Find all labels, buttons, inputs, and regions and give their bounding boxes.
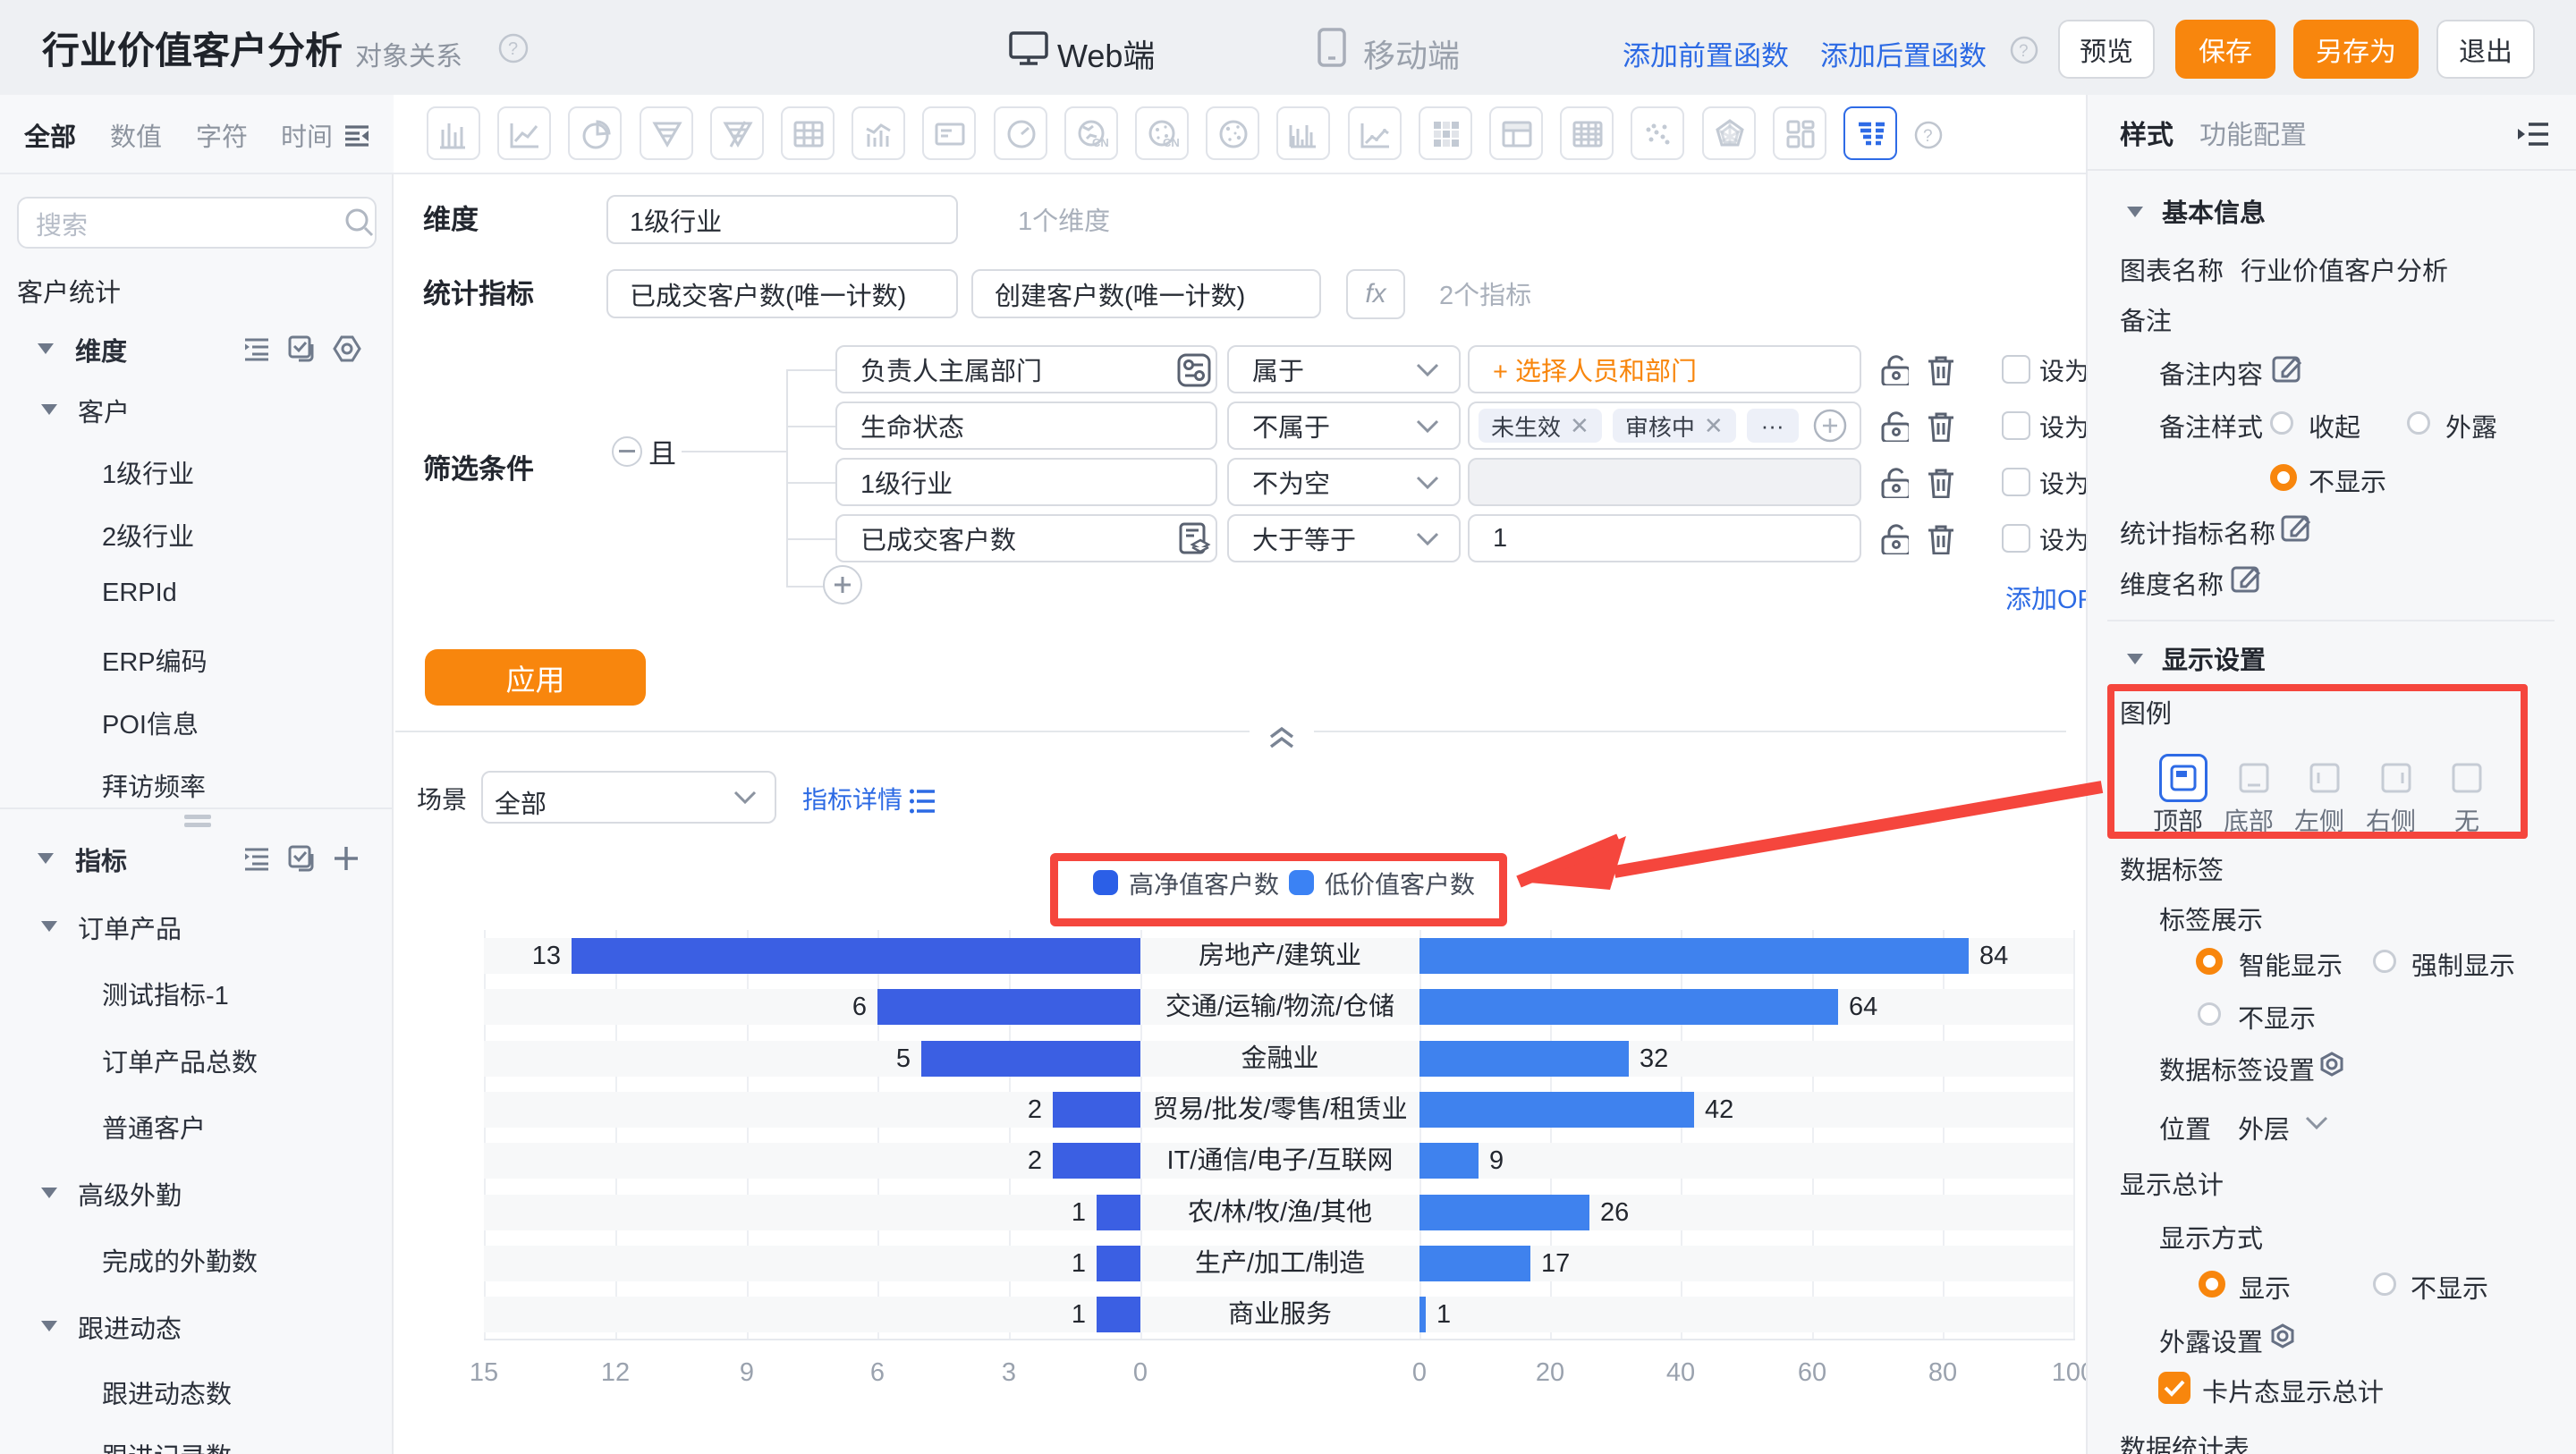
svg-text:?: ? (2019, 42, 2029, 61)
svg-text:CN: CN (1092, 136, 1109, 149)
svg-text:?: ? (1923, 127, 1933, 146)
svg-text:?: ? (508, 39, 518, 59)
svg-text:CN: CN (1163, 136, 1180, 149)
